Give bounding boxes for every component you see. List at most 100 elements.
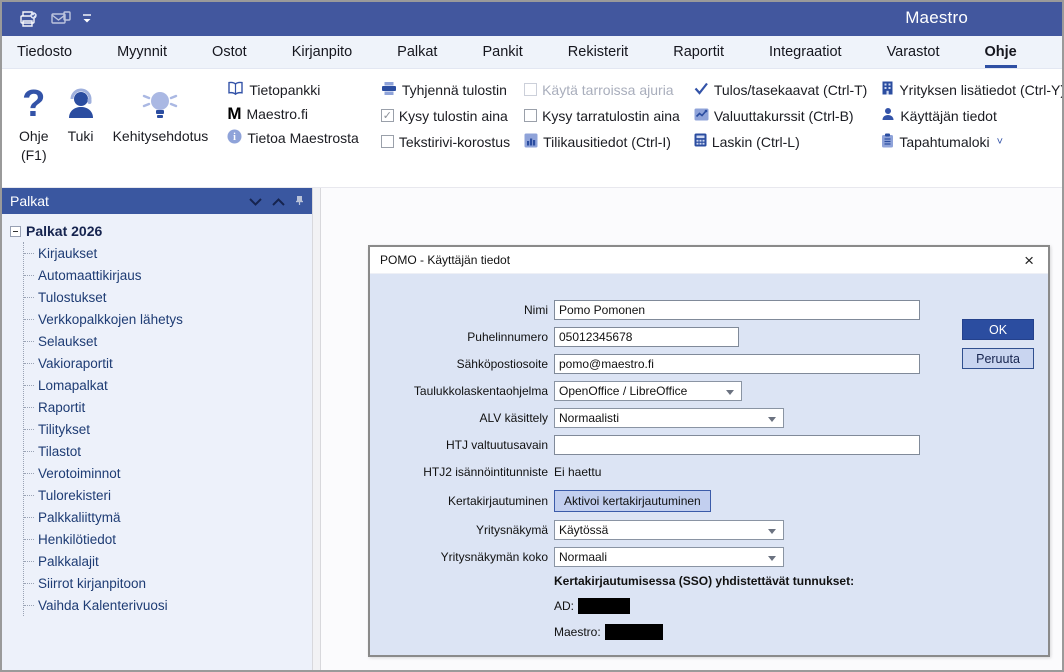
support-person-icon [63, 81, 99, 127]
lightbulb-icon [139, 81, 181, 127]
maestro-value-redacted [605, 624, 663, 640]
ask-printer-always-checkbox[interactable]: ✓ Kysy tulostin aina [381, 107, 510, 124]
tree-item-siirrot-kirjanpitoon[interactable]: Siirrot kirjanpitoon [24, 572, 312, 594]
tree-item-vaihda-kalenterivuosi[interactable]: Vaihda Kalenterivuosi [24, 594, 312, 616]
tab-kirjanpito[interactable]: Kirjanpito [292, 38, 352, 68]
tab-ostot[interactable]: Ostot [212, 38, 247, 68]
sso-accounts-block: Kertakirjautumisessa (SSO) yhdistettävät… [554, 574, 1048, 640]
company-view-size-select[interactable]: Normaali [554, 547, 784, 567]
tab-palkat[interactable]: Palkat [397, 38, 437, 68]
user-icon [881, 107, 895, 124]
help-button[interactable]: ? Ohje (F1) [12, 79, 56, 167]
printer-icon [381, 81, 397, 99]
knowledge-base-button[interactable]: Tietopankki [227, 81, 359, 99]
chevron-up-icon[interactable] [272, 193, 285, 209]
app-title: Maestro [905, 8, 968, 28]
dropdown-arrow-icon [768, 556, 776, 561]
email-label: Sähköpostiosoite [370, 357, 548, 371]
ribbon-settings-group: Tyhjennä tulostin ✓ Kysy tulostin aina T… [373, 69, 1064, 150]
maestro-fi-button[interactable]: M Maestro.fi [227, 106, 359, 122]
chevron-down-icon[interactable] [249, 193, 262, 209]
tab-pankit[interactable]: Pankit [482, 38, 522, 68]
event-log-button[interactable]: Tapahtumaloki ˅ [881, 133, 1064, 150]
customize-quick-access-icon[interactable] [82, 14, 92, 24]
tree-item-raportit[interactable]: Raportit [24, 396, 312, 418]
about-maestro-button[interactable]: i Tietoa Maestrosta [227, 129, 359, 147]
phone-field[interactable] [554, 327, 739, 347]
calculator-icon [694, 133, 707, 150]
name-field[interactable] [554, 300, 920, 320]
dialog-body: OK Peruuta Nimi Puhelinnumero Sähköposti… [370, 274, 1048, 640]
sso-heading: Kertakirjautumisessa (SSO) yhdistettävät… [554, 574, 1048, 588]
clear-printer-button[interactable]: Tyhjennä tulostin [381, 81, 510, 98]
ribbon-help-group: ? Ohje (F1) Tuki Kehitysehdotus [2, 69, 367, 167]
dialog-title: POMO - Käyttäjän tiedot [380, 253, 1020, 267]
print-check-icon[interactable] [18, 10, 40, 28]
company-view-select[interactable]: Käytössä [554, 520, 784, 540]
htj-auth-key-field[interactable] [554, 435, 920, 455]
currency-rates-button[interactable]: Valuuttakurssit (Ctrl-B) [694, 107, 868, 124]
sidebar-title: Palkat [10, 193, 249, 209]
ok-button[interactable]: OK [962, 319, 1034, 340]
fiscal-year-info-button[interactable]: Tilikausitiedot (Ctrl-I) [524, 133, 680, 150]
info-circle-icon: i [227, 129, 242, 147]
send-document-icon[interactable] [50, 11, 72, 27]
quick-access-toolbar [18, 10, 92, 28]
tree-root-palkat-2026[interactable]: Palkat 2026 [10, 220, 312, 242]
tree-item-selaukset[interactable]: Selaukset [24, 330, 312, 352]
dialog-titlebar[interactable]: POMO - Käyttäjän tiedot × [370, 247, 1048, 274]
question-mark-icon: ? [22, 81, 45, 127]
income-balance-formulas-button[interactable]: Tulos/tasekaavat (Ctrl-T) [694, 81, 868, 98]
tree-item-verotoiminnot[interactable]: Verotoiminnot [24, 462, 312, 484]
tree-item-automaattikirjaus[interactable]: Automaattikirjaus [24, 264, 312, 286]
company-details-button[interactable]: Yrityksen lisätiedot (Ctrl-Y) [881, 81, 1064, 98]
email-field[interactable] [554, 354, 920, 374]
phone-label: Puhelinnumero [370, 330, 548, 344]
tree-item-lomapalkat[interactable]: Lomapalkat [24, 374, 312, 396]
tab-varastot[interactable]: Varastot [887, 38, 940, 68]
tree-item-verkkopalkkojen-lahetys[interactable]: Verkkopalkkojen lähetys [24, 308, 312, 330]
tree-item-palkkalajit[interactable]: Palkkalajit [24, 550, 312, 572]
tab-integraatiot[interactable]: Integraatiot [769, 38, 842, 68]
tree-item-palkkaliittyma[interactable]: Palkkaliittymä [24, 506, 312, 528]
close-icon[interactable]: × [1020, 252, 1038, 269]
tree-item-kirjaukset[interactable]: Kirjaukset [24, 242, 312, 264]
user-info-button[interactable]: Käyttäjän tiedot [881, 107, 1064, 124]
spreadsheet-app-select[interactable]: OpenOffice / LibreOffice [554, 381, 742, 401]
ribbon-tabs: Tiedosto Myynnit Ostot Kirjanpito Palkat… [2, 36, 1062, 69]
tree-item-henkilotiedot[interactable]: Henkilötiedot [24, 528, 312, 550]
tab-ohje[interactable]: Ohje [985, 38, 1017, 68]
vat-handling-select[interactable]: Normaalisti [554, 408, 784, 428]
ribbon: ? Ohje (F1) Tuki Kehitysehdotus [2, 69, 1062, 188]
support-button[interactable]: Tuki [56, 79, 106, 167]
spreadsheet-app-label: Taulukkolaskentaohjelma [370, 384, 548, 398]
tree-item-tulorekisteri[interactable]: Tulorekisteri [24, 484, 312, 506]
calculator-button[interactable]: Laskin (Ctrl-L) [694, 133, 868, 150]
tree-item-vakioraportit[interactable]: Vakioraportit [24, 352, 312, 374]
activate-sso-button[interactable]: Aktivoi kertakirjautuminen [554, 490, 711, 512]
chevron-down-icon: ˅ [997, 136, 1003, 148]
tree-item-tilitykset[interactable]: Tilitykset [24, 418, 312, 440]
tree-item-tulostukset[interactable]: Tulostukset [24, 286, 312, 308]
cancel-button[interactable]: Peruuta [962, 348, 1034, 369]
ask-label-printer-checkbox[interactable]: Kysy tarratulostin aina [524, 107, 680, 124]
vat-handling-label: ALV käsittely [370, 411, 548, 425]
company-view-label: Yritysnäkymä [370, 523, 548, 537]
maestro-m-icon: M [227, 106, 241, 122]
navigation-tree: Palkat 2026 Kirjaukset Automaattikirjaus… [2, 214, 312, 616]
tab-raportit[interactable]: Raportit [673, 38, 724, 68]
sidebar-header: Palkat [2, 188, 312, 214]
sidebar-splitter[interactable] [312, 188, 321, 670]
svg-text:i: i [233, 132, 236, 143]
tab-tiedosto[interactable]: Tiedosto [17, 38, 72, 68]
name-label: Nimi [370, 303, 548, 317]
tab-myynnit[interactable]: Myynnit [117, 38, 167, 68]
building-icon [881, 81, 894, 98]
dropdown-arrow-icon [768, 529, 776, 534]
collapse-expander-icon[interactable] [10, 226, 21, 237]
text-row-highlight-checkbox[interactable]: Tekstirivi-korostus [381, 133, 510, 150]
tree-item-tilastot[interactable]: Tilastot [24, 440, 312, 462]
pin-icon[interactable] [295, 193, 304, 209]
tab-rekisterit[interactable]: Rekisterit [568, 38, 628, 68]
feature-suggestion-button[interactable]: Kehitysehdotus [106, 79, 216, 167]
